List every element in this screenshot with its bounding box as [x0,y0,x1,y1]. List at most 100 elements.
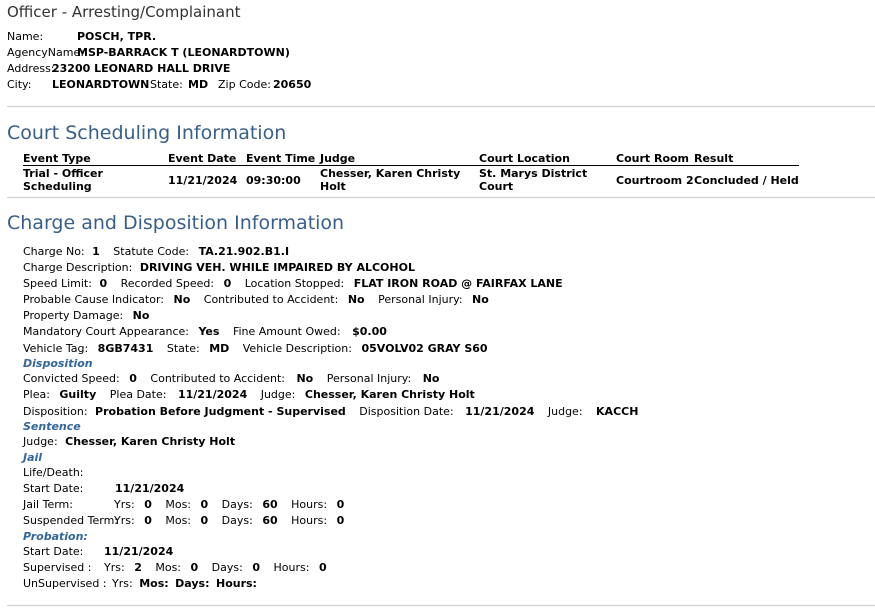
event-time-cell: 09:30:00 [246,173,301,187]
result-cell: Concluded / Held [694,173,799,187]
agency-label: AgencyName: [7,46,84,59]
charge-no-label: Charge No: [23,245,85,258]
convicted-speed-label: Convicted Speed: [23,372,120,385]
days-label: Days: [175,577,210,590]
jail-term-mos: 0 [200,498,209,511]
vehicle-row: Vehicle Tag: 8GB7431 State: MD Vehicle D… [23,342,488,356]
vehicle-tag-value: 8GB7431 [97,342,154,355]
judge-cell: Chesser, Karen Christy Holt [320,167,461,193]
charge-number-row: Charge No: 1 Statute Code: TA.21.902.B1.… [23,245,289,259]
mandatory-label: Mandatory Court Appearance: [23,325,189,338]
probation-start-value: 11/21/2024 [104,545,174,558]
officer-section-title: Officer - Arresting/Complainant [7,3,241,21]
court-room-cell: Courtroom 2 [616,173,694,187]
plea-value: Guilty [59,388,97,401]
suspended-term-label: Suspended Term: [23,514,119,527]
yrs-label: Yrs: [112,577,133,590]
sentence-judge-label: Judge: [23,435,58,448]
vehicle-state-label: State: [166,342,200,355]
hours-label: Hours: [291,498,328,511]
property-damage-label: Property Damage: [23,309,124,322]
zip-label: Zip Code: [218,78,271,91]
days-label: Days: [221,498,253,511]
probation-heading: Probation: [23,530,88,543]
supervised-label: Supervised : [23,561,92,574]
column-header: Event Type [23,152,168,166]
officer-name-value: POSCH, TPR. [77,30,157,43]
disposition-row: Disposition: Probation Before Judgment -… [23,405,638,419]
mos-label: Mos: [139,577,169,590]
speed-limit-value: 0 [99,277,108,290]
hours-label: Hours: [273,561,310,574]
court-schedule-table: Event Type Event Date Event Time Judge C… [23,152,799,193]
suspended-term-values: Yrs: 0 Mos: 0 Days: 60 Hours: 0 [114,514,344,528]
property-damage-row: Property Damage: No [23,309,149,323]
vehicle-state-value: MD [209,342,230,355]
jail-term-values: Yrs: 0 Mos: 0 Days: 60 Hours: 0 [114,498,344,512]
sup-hours: 0 [318,561,327,574]
yrs-label: Yrs: [114,514,135,527]
sentence-heading: Sentence [23,420,81,433]
disp-injury-label: Personal Injury: [326,372,412,385]
state-value: MD [188,78,209,91]
divider [7,197,875,198]
speed-row: Speed Limit: 0 Recorded Speed: 0 Locatio… [23,277,563,291]
days-label: Days: [221,514,253,527]
sup-days: 0 [252,561,260,574]
address-label: Address: [7,62,55,75]
column-header: Court Location [479,152,616,166]
plea-date-label: Plea Date: [109,388,167,401]
disposition-label: Disposition: [23,405,88,418]
unsupervised-row: UnSupervised : Yrs: Mos: Days: Hours: [23,577,257,591]
column-header: Event Time [246,152,320,166]
court-section-title: Court Scheduling Information [7,122,287,144]
divider [7,106,875,107]
jail-term-days: 60 [262,498,278,511]
plea-date-value: 11/21/2024 [177,388,248,401]
susp-yrs: 0 [144,514,152,527]
state-label: State: [150,78,183,91]
city-value: LEONARDTOWN [52,78,150,91]
plea-judge-value: Chesser, Karen Christy Holt [304,388,475,401]
convicted-speed-row: Convicted Speed: 0 Contributed to Accide… [23,372,439,386]
mandatory-row: Mandatory Court Appearance: Yes Fine Amo… [23,325,387,339]
disposition-date-value: 11/21/2024 [465,405,535,418]
jail-term-yrs: 0 [144,498,152,511]
vehicle-description-value: 05VOLV02 GRAY S60 [361,342,488,355]
officer-name-label: Name: [7,30,44,43]
life-death-label: Life/Death: [23,466,84,479]
divider [7,605,875,606]
city-label: City: [7,78,32,91]
disposition-value: Probation Before Judgment - Supervised [95,405,346,418]
address-value: 23200 LEONARD HALL DRIVE [52,62,231,75]
column-header: Result [694,152,799,166]
recorded-speed-value: 0 [223,277,232,290]
susp-hours: 0 [336,514,345,527]
recorded-speed-label: Recorded Speed: [120,277,215,290]
table-header-row: Event Type Event Date Event Time Judge C… [23,152,799,166]
court-location-cell: St. Marys District Court [479,167,588,193]
statute-value: TA.21.902.B1.I [198,245,290,258]
statute-label: Statute Code: [113,245,190,258]
mos-label: Mos: [165,514,192,527]
charge-section-title: Charge and Disposition Information [7,212,345,234]
disp-injury-value: No [422,372,440,385]
unsupervised-label: UnSupervised : [23,577,107,590]
sup-mos: 0 [190,561,199,574]
personal-injury-value: No [472,293,489,306]
supervised-values: Yrs: 2 Mos: 0 Days: 0 Hours: 0 [104,561,327,575]
charge-no-value: 1 [92,245,100,258]
disposition-heading: Disposition [23,357,93,370]
sentence-judge-row: Judge: Chesser, Karen Christy Holt [23,435,235,449]
mos-label: Mos: [165,498,192,511]
hours-label: Hours: [215,577,257,590]
probation-start-label: Start Date: [23,545,84,558]
speed-limit-label: Speed Limit: [23,277,92,290]
property-damage-value: No [132,309,150,322]
sentence-judge-value: Chesser, Karen Christy Holt [65,435,236,448]
event-date-cell: 11/21/2024 [168,173,238,187]
jail-heading: Jail [23,451,43,464]
jail-term-label: Jail Term: [23,498,73,511]
days-label: Days: [211,561,243,574]
jail-start-value: 11/21/2024 [115,482,185,495]
